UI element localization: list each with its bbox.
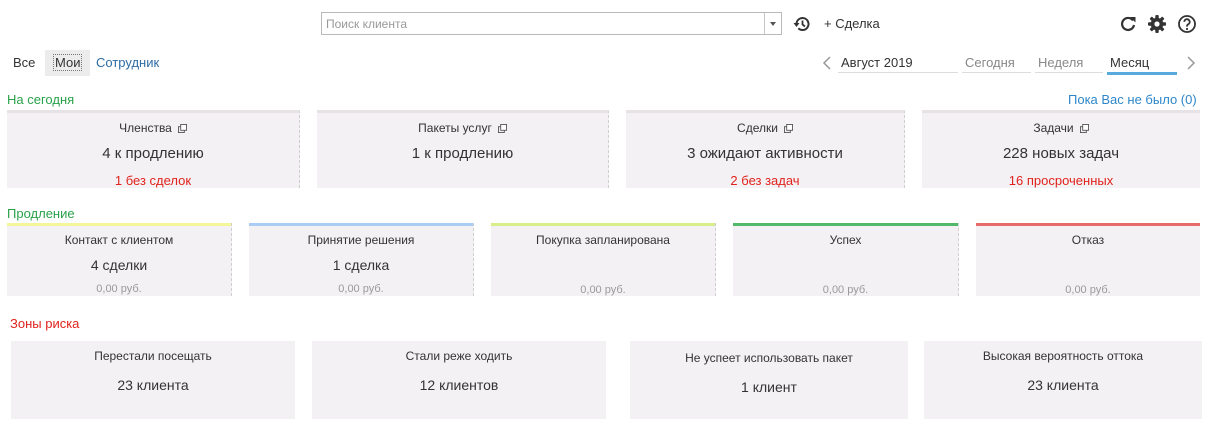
stage-count: 4 сделки	[90, 257, 148, 273]
period-month[interactable]: Месяц	[1107, 55, 1177, 75]
risk-stopped-visiting[interactable]: Перестали посещать 23 клиента	[11, 341, 295, 419]
stage-decision[interactable]: Принятие решения 1 сделка 0,00 руб.	[249, 223, 474, 296]
stage-color-bar	[733, 223, 958, 226]
filter-all[interactable]: Все	[6, 50, 42, 76]
section-risk-title: Зоны риска	[10, 316, 80, 331]
risk-count: 23 клиента	[117, 377, 189, 393]
stage-count: 1 сделка	[332, 257, 390, 273]
client-search[interactable]	[321, 12, 782, 35]
card-warning[interactable]: 1 без сделок	[7, 173, 299, 188]
stage-color-bar	[249, 223, 473, 226]
prev-period-icon[interactable]	[820, 55, 834, 71]
card-main-value: 4 к продлению	[102, 145, 204, 162]
stage-title: Покупка запланирована	[536, 233, 670, 247]
card-tasks[interactable]: Задачи 228 новых задач 16 просроченных	[922, 110, 1200, 188]
external-link-icon[interactable]	[177, 123, 187, 133]
stage-refusal[interactable]: Отказ 0,00 руб.	[976, 223, 1200, 296]
filter-mine-label: Мои	[53, 54, 83, 71]
risk-package-unused[interactable]: Не успеет использовать пакет 1 клиент	[630, 341, 908, 419]
next-period-icon[interactable]	[1184, 55, 1198, 71]
history-icon[interactable]	[792, 14, 812, 34]
risk-title: Не успеет использовать пакет	[685, 351, 853, 365]
risk-visit-less[interactable]: Стали реже ходить 12 клиентов	[312, 341, 606, 419]
new-deal-button[interactable]: + Сделка	[824, 16, 880, 31]
card-title: Сделки	[737, 121, 778, 135]
period-today[interactable]: Сегодня	[962, 55, 1031, 73]
period-week[interactable]: Неделя	[1035, 55, 1103, 73]
stage-contact[interactable]: Контакт с клиентом 4 сделки 0,00 руб.	[7, 223, 232, 296]
search-input[interactable]	[322, 13, 762, 34]
stage-color-bar	[491, 223, 715, 226]
external-link-icon[interactable]	[783, 123, 793, 133]
risk-title: Высокая вероятность оттока	[982, 349, 1144, 363]
stage-count	[976, 257, 1200, 274]
chevron-down-icon	[770, 21, 776, 26]
card-warning[interactable]: 2 без задач	[626, 173, 904, 188]
section-today-title: На сегодня	[7, 92, 75, 107]
stage-amount: 0,00 руб.	[338, 283, 384, 295]
filter-employee[interactable]: Сотрудник	[89, 50, 166, 76]
stage-title: Успех	[829, 233, 862, 247]
stage-title: Контакт с клиентом	[64, 233, 174, 247]
search-dropdown-button[interactable]	[764, 13, 781, 34]
card-memberships[interactable]: Членства 4 к продлению 1 без сделок	[7, 110, 300, 188]
risk-count: 12 клиентов	[419, 377, 499, 393]
risk-count: 23 клиента	[1027, 377, 1099, 393]
external-link-icon[interactable]	[1079, 123, 1089, 133]
stage-count	[491, 257, 715, 274]
stage-amount: 0,00 руб.	[1065, 284, 1111, 296]
current-period: Август 2019	[838, 55, 958, 73]
card-service-packages[interactable]: Пакеты услуг 1 к продлению	[317, 110, 609, 188]
card-title: Членства	[119, 121, 172, 135]
risk-count: 1 клиент	[741, 379, 797, 395]
stage-amount: 0,00 руб.	[822, 284, 869, 296]
refresh-icon[interactable]	[1118, 14, 1138, 34]
stage-color-bar	[7, 223, 231, 226]
card-main-value: 228 новых задач	[1002, 145, 1120, 162]
filter-mine[interactable]: Мои	[45, 50, 91, 76]
stage-count	[733, 257, 958, 274]
stage-amount: 0,00 руб.	[96, 283, 142, 295]
stage-planned[interactable]: Покупка запланирована 0,00 руб.	[491, 223, 716, 296]
card-warning[interactable]: 16 просроченных	[922, 173, 1200, 188]
risk-title: Стали реже ходить	[405, 349, 513, 363]
stage-color-bar	[976, 223, 1200, 226]
stage-success[interactable]: Успех 0,00 руб.	[733, 223, 959, 296]
stage-title: Принятие решения	[307, 233, 415, 247]
section-renewal-title: Продление	[7, 206, 75, 221]
card-deals[interactable]: Сделки 3 ожидают активности 2 без задач	[626, 110, 905, 188]
stage-title: Отказ	[1071, 233, 1105, 247]
card-main-value: 3 ожидают активности	[687, 145, 843, 162]
card-title: Задачи	[1033, 121, 1074, 135]
card-title: Пакеты услуг	[418, 121, 492, 135]
stage-amount: 0,00 руб.	[580, 284, 626, 296]
risk-high-churn[interactable]: Высокая вероятность оттока 23 клиента	[924, 341, 1202, 419]
while-away-link[interactable]: Пока Вас не было (0)	[1068, 92, 1197, 107]
help-icon[interactable]	[1177, 14, 1197, 34]
card-main-value: 1 к продлению	[411, 145, 514, 162]
gear-icon[interactable]	[1147, 14, 1167, 34]
external-link-icon[interactable]	[497, 123, 507, 133]
top-bar: + Сделка	[0, 0, 1207, 46]
risk-title: Перестали посещать	[94, 349, 212, 363]
